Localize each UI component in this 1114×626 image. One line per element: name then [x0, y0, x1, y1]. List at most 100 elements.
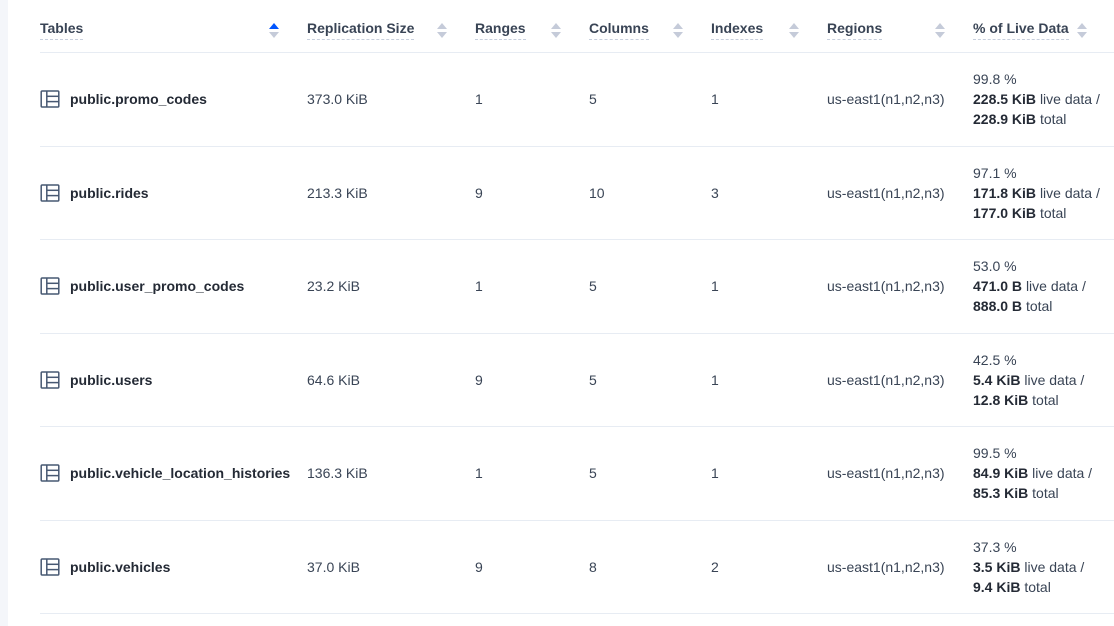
live-size-line: 471.0 B live data /: [973, 276, 1086, 296]
regions-cell: us-east1(n1,n2,n3): [827, 372, 973, 388]
indexes-cell: 1: [711, 465, 827, 481]
ranges-cell: 1: [475, 91, 589, 107]
live-percent: 37.3 %: [973, 537, 1086, 557]
columns-cell: 5: [589, 278, 711, 294]
ranges-cell: 1: [475, 465, 589, 481]
column-header-label: Ranges: [475, 20, 526, 40]
live-percent: 42.5 %: [973, 350, 1086, 370]
column-header-columns[interactable]: Columns: [589, 20, 711, 40]
table-icon: [40, 89, 60, 109]
live-data-cell: 53.0 % 471.0 B live data / 888.0 B total: [973, 256, 1114, 316]
column-header-ranges[interactable]: Ranges: [475, 20, 589, 40]
table-name-link[interactable]: public.user_promo_codes: [40, 276, 307, 296]
column-header-label: Replication Size: [307, 20, 414, 40]
table-icon: [40, 463, 60, 483]
table-name: public.rides: [70, 185, 149, 201]
sort-arrows-icon[interactable]: [551, 23, 561, 38]
table-name-link[interactable]: public.users: [40, 370, 307, 390]
replication-size-cell: 37.0 KiB: [307, 559, 475, 575]
table-name: public.vehicles: [70, 559, 170, 575]
live-data-cell: 42.5 % 5.4 KiB live data / 12.8 KiB tota…: [973, 350, 1114, 410]
table-row: public.rides 213.3 KiB 9 10 3 us-east1(n…: [40, 147, 1114, 241]
table-name-link[interactable]: public.vehicles: [40, 557, 307, 577]
column-header-live-data[interactable]: % of Live Data: [973, 20, 1114, 40]
table-row: public.promo_codes 373.0 KiB 1 5 1 us-ea…: [40, 53, 1114, 147]
table-header-row: Tables Replication Size Ranges Columns I…: [40, 0, 1114, 53]
columns-cell: 5: [589, 91, 711, 107]
ranges-cell: 1: [475, 278, 589, 294]
indexes-cell: 2: [711, 559, 827, 575]
total-size-line: 85.3 KiB total: [973, 483, 1092, 503]
table-name-link[interactable]: public.rides: [40, 183, 307, 203]
table-row: public.users 64.6 KiB 9 5 1 us-east1(n1,…: [40, 334, 1114, 428]
tables-table: Tables Replication Size Ranges Columns I…: [8, 0, 1114, 614]
table-name: public.users: [70, 372, 152, 388]
live-size-line: 171.8 KiB live data /: [973, 183, 1100, 203]
live-data-cell: 97.1 % 171.8 KiB live data / 177.0 KiB t…: [973, 163, 1114, 223]
total-size-line: 888.0 B total: [973, 296, 1086, 316]
table-name: public.vehicle_location_histories: [70, 465, 290, 481]
indexes-cell: 1: [711, 278, 827, 294]
column-header-replication-size[interactable]: Replication Size: [307, 20, 475, 40]
sort-arrows-icon[interactable]: [789, 23, 799, 38]
ranges-cell: 9: [475, 185, 589, 201]
columns-cell: 5: [589, 372, 711, 388]
column-header-tables[interactable]: Tables: [40, 20, 307, 40]
regions-cell: us-east1(n1,n2,n3): [827, 278, 973, 294]
indexes-cell: 3: [711, 185, 827, 201]
columns-cell: 5: [589, 465, 711, 481]
indexes-cell: 1: [711, 372, 827, 388]
ranges-cell: 9: [475, 559, 589, 575]
column-header-indexes[interactable]: Indexes: [711, 20, 827, 40]
table-name-link[interactable]: public.promo_codes: [40, 89, 307, 109]
sort-arrows-icon[interactable]: [673, 23, 683, 38]
live-data-cell: 37.3 % 3.5 KiB live data / 9.4 KiB total: [973, 537, 1114, 597]
sort-arrows-icon[interactable]: [437, 23, 447, 38]
column-header-regions[interactable]: Regions: [827, 20, 973, 40]
table-name: public.promo_codes: [70, 91, 207, 107]
column-header-label: Tables: [40, 20, 83, 40]
replication-size-cell: 23.2 KiB: [307, 278, 475, 294]
tables-list-card: Tables Replication Size Ranges Columns I…: [8, 0, 1114, 626]
total-size-line: 12.8 KiB total: [973, 390, 1086, 410]
live-percent: 99.8 %: [973, 69, 1100, 89]
regions-cell: us-east1(n1,n2,n3): [827, 91, 973, 107]
column-header-label: % of Live Data: [973, 20, 1069, 40]
sort-arrows-icon[interactable]: [935, 23, 945, 38]
live-percent: 53.0 %: [973, 256, 1086, 276]
total-size-line: 9.4 KiB total: [973, 577, 1086, 597]
live-data-cell: 99.8 % 228.5 KiB live data / 228.9 KiB t…: [973, 69, 1114, 129]
total-size-line: 177.0 KiB total: [973, 203, 1100, 223]
ranges-cell: 9: [475, 372, 589, 388]
column-header-label: Columns: [589, 20, 649, 40]
table-icon: [40, 370, 60, 390]
sort-arrows-icon[interactable]: [269, 23, 279, 38]
table-icon: [40, 557, 60, 577]
column-header-label: Regions: [827, 20, 882, 40]
live-size-line: 84.9 KiB live data /: [973, 463, 1092, 483]
live-percent: 99.5 %: [973, 443, 1092, 463]
table-row: public.user_promo_codes 23.2 KiB 1 5 1 u…: [40, 240, 1114, 334]
column-header-label: Indexes: [711, 20, 763, 40]
live-size-line: 228.5 KiB live data /: [973, 89, 1100, 109]
table-icon: [40, 276, 60, 296]
replication-size-cell: 213.3 KiB: [307, 185, 475, 201]
live-data-cell: 99.5 % 84.9 KiB live data / 85.3 KiB tot…: [973, 443, 1114, 503]
live-size-line: 3.5 KiB live data /: [973, 557, 1086, 577]
regions-cell: us-east1(n1,n2,n3): [827, 559, 973, 575]
table-icon: [40, 183, 60, 203]
table-name: public.user_promo_codes: [70, 278, 244, 294]
table-name-link[interactable]: public.vehicle_location_histories: [40, 463, 307, 483]
live-percent: 97.1 %: [973, 163, 1100, 183]
columns-cell: 10: [589, 185, 711, 201]
columns-cell: 8: [589, 559, 711, 575]
table-row: public.vehicles 37.0 KiB 9 8 2 us-east1(…: [40, 521, 1114, 615]
table-row: public.vehicle_location_histories 136.3 …: [40, 427, 1114, 521]
regions-cell: us-east1(n1,n2,n3): [827, 185, 973, 201]
replication-size-cell: 373.0 KiB: [307, 91, 475, 107]
live-size-line: 5.4 KiB live data /: [973, 370, 1086, 390]
regions-cell: us-east1(n1,n2,n3): [827, 465, 973, 481]
sort-arrows-icon[interactable]: [1077, 23, 1087, 38]
total-size-line: 228.9 KiB total: [973, 109, 1100, 129]
indexes-cell: 1: [711, 91, 827, 107]
